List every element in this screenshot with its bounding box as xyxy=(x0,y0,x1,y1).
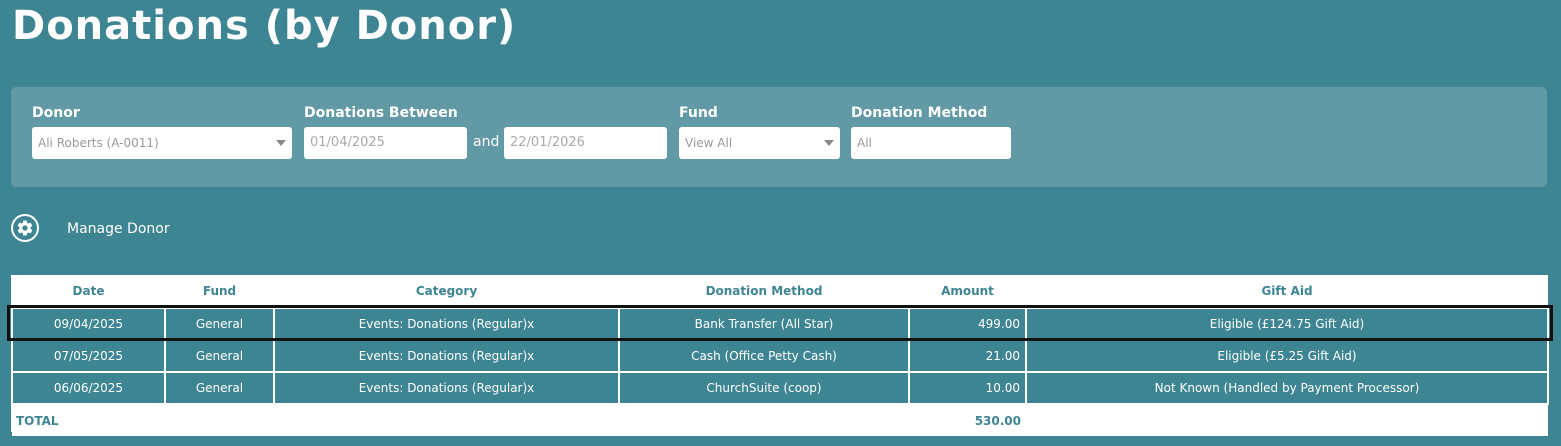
column-header-amount[interactable]: Amount xyxy=(909,275,1026,308)
donation-method-value: All xyxy=(857,136,872,150)
manage-donor-link[interactable]: Manage Donor xyxy=(67,221,170,237)
table-row[interactable]: 09/04/2025 General Events: Donations (Re… xyxy=(11,307,1549,341)
cell-category: Events: Donations (Regular)x xyxy=(273,371,620,405)
donor-select-value: Ali Roberts (A-0011) xyxy=(38,136,159,150)
date-from-input[interactable]: 01/04/2025 xyxy=(304,127,467,159)
cell-date: 06/06/2025 xyxy=(11,371,166,405)
cell-fund: General xyxy=(164,371,275,405)
donation-method-input[interactable]: All xyxy=(851,127,1011,159)
column-header-category[interactable]: Category xyxy=(274,275,619,308)
donation-method-label: Donation Method xyxy=(851,105,988,121)
filter-panel: Donor Ali Roberts (A-0011) Donations Bet… xyxy=(11,87,1547,187)
total-label: TOTAL xyxy=(12,404,165,436)
cell-amount: 10.00 xyxy=(908,371,1027,405)
cell-category: Events: Donations (Regular)x xyxy=(273,339,620,373)
cell-date: 07/05/2025 xyxy=(11,339,166,373)
total-spacer xyxy=(1026,404,1548,436)
column-header-date[interactable]: Date xyxy=(12,275,165,308)
cell-donation-method: Bank Transfer (All Star) xyxy=(618,307,910,341)
total-spacer xyxy=(274,404,619,436)
donor-label: Donor xyxy=(32,105,80,121)
date-from-value: 01/04/2025 xyxy=(310,135,385,150)
page-title: Donations (by Donor) xyxy=(12,3,517,49)
fund-select[interactable]: View All xyxy=(679,127,840,159)
cell-gift-aid: Eligible (£5.25 Gift Aid) xyxy=(1025,339,1549,373)
cell-fund: General xyxy=(164,307,275,341)
cell-date: 09/04/2025 xyxy=(11,307,166,341)
donations-between-label: Donations Between xyxy=(304,105,458,121)
date-to-input[interactable]: 22/01/2026 xyxy=(504,127,667,159)
cell-fund: General xyxy=(164,339,275,373)
cell-amount: 21.00 xyxy=(908,339,1027,373)
and-label: and xyxy=(473,134,500,150)
table-row[interactable]: 06/06/2025 General Events: Donations (Re… xyxy=(11,371,1549,405)
donations-table: Date Fund Category Donation Method Amoun… xyxy=(11,275,1549,436)
column-header-fund[interactable]: Fund xyxy=(165,275,274,308)
total-amount: 530.00 xyxy=(909,404,1026,436)
column-header-gift-aid[interactable]: Gift Aid xyxy=(1026,275,1548,308)
cell-donation-method: ChurchSuite (coop) xyxy=(618,371,910,405)
date-to-value: 22/01/2026 xyxy=(510,135,585,150)
fund-label: Fund xyxy=(679,105,718,121)
column-header-donation-method[interactable]: Donation Method xyxy=(619,275,909,308)
total-spacer xyxy=(165,404,274,436)
cell-category: Events: Donations (Regular)x xyxy=(273,307,620,341)
cell-gift-aid: Eligible (£124.75 Gift Aid) xyxy=(1025,307,1549,341)
gear-icon[interactable] xyxy=(11,214,39,242)
cell-gift-aid: Not Known (Handled by Payment Processor) xyxy=(1025,371,1549,405)
total-spacer xyxy=(619,404,909,436)
total-row: TOTAL 530.00 xyxy=(12,404,1548,436)
fund-select-value: View All xyxy=(685,136,733,150)
donor-select[interactable]: Ali Roberts (A-0011) xyxy=(32,127,292,159)
cell-amount: 499.00 xyxy=(908,307,1027,341)
cell-donation-method: Cash (Office Petty Cash) xyxy=(618,339,910,373)
table-row[interactable]: 07/05/2025 General Events: Donations (Re… xyxy=(11,339,1549,373)
table-header-row: Date Fund Category Donation Method Amoun… xyxy=(12,275,1548,308)
